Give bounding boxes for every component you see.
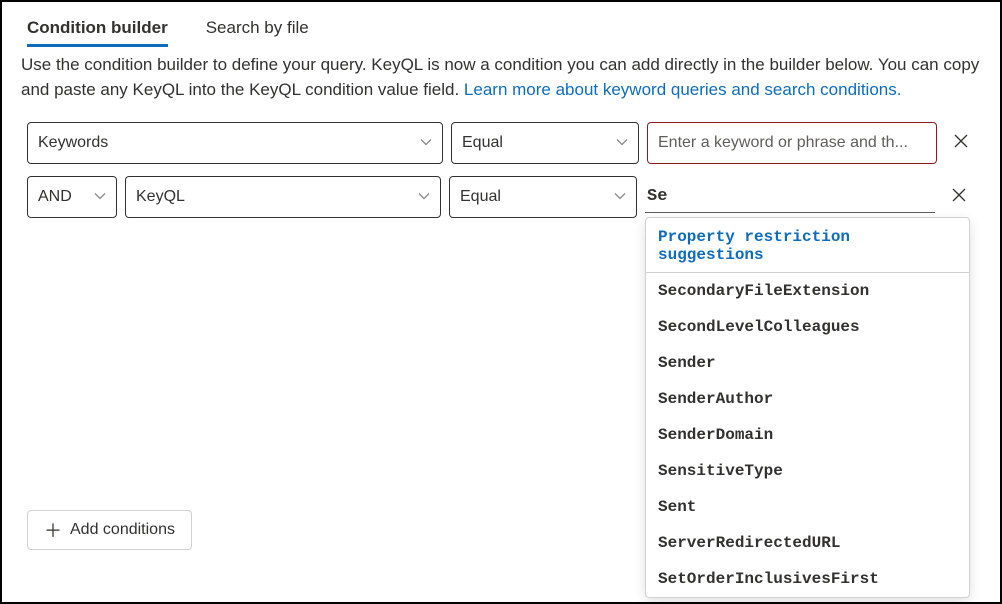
learn-more-link[interactable]: Learn more about keyword queries and sea… <box>464 80 902 99</box>
suggestion-item[interactable]: SenderAuthor <box>646 381 969 417</box>
suggestion-item[interactable]: SetOrderInclusivesFirst <box>646 561 969 597</box>
chevron-down-icon <box>614 190 626 205</box>
keyql-input[interactable] <box>645 181 935 213</box>
condition-row: AND KeyQL Equal Property restriction sug… <box>27 176 985 218</box>
suggestion-item[interactable]: Sender <box>646 345 969 381</box>
property-select[interactable]: Keywords <box>27 122 443 164</box>
close-icon <box>953 133 969 154</box>
logic-select-label: AND <box>38 188 72 206</box>
condition-row: Keywords Equal <box>27 122 985 164</box>
chevron-down-icon <box>94 190 106 205</box>
tab-search-by-file[interactable]: Search by file <box>206 12 309 47</box>
operator-select-label: Equal <box>462 134 503 152</box>
operator-select[interactable]: Equal <box>449 176 637 218</box>
keyword-input[interactable] <box>647 122 937 164</box>
tabs-bar: Condition builder Search by file <box>17 12 985 47</box>
operator-select[interactable]: Equal <box>451 122 639 164</box>
remove-condition-button[interactable] <box>947 185 971 209</box>
chevron-down-icon <box>420 136 432 151</box>
property-select-label: KeyQL <box>136 188 185 206</box>
condition-rows: Keywords Equal AND KeyQL <box>17 122 985 218</box>
logic-select[interactable]: AND <box>27 176 117 218</box>
chevron-down-icon <box>616 136 628 151</box>
plus-icon: ＋ <box>44 517 62 543</box>
suggestions-header: Property restriction suggestions <box>646 218 969 273</box>
suggestion-item[interactable]: Sent <box>646 489 969 525</box>
property-select-label: Keywords <box>38 134 108 152</box>
description-text: Use the condition builder to define your… <box>17 53 985 102</box>
suggestion-item[interactable]: SecondaryFileExtension <box>646 273 969 309</box>
tab-condition-builder[interactable]: Condition builder <box>27 12 168 47</box>
suggestion-item[interactable]: SensitiveType <box>646 453 969 489</box>
suggestion-item[interactable]: SecondLevelColleagues <box>646 309 969 345</box>
operator-select-label: Equal <box>460 188 501 206</box>
suggestions-dropdown: Property restriction suggestions Seconda… <box>645 217 970 598</box>
add-conditions-label: Add conditions <box>70 521 175 539</box>
keyql-input-wrapper: Property restriction suggestions Seconda… <box>645 181 935 213</box>
close-icon <box>951 187 967 208</box>
chevron-down-icon <box>418 190 430 205</box>
add-conditions-button[interactable]: ＋ Add conditions <box>27 510 192 550</box>
suggestion-item[interactable]: SenderDomain <box>646 417 969 453</box>
property-select[interactable]: KeyQL <box>125 176 441 218</box>
remove-condition-button[interactable] <box>949 131 973 155</box>
suggestion-item[interactable]: ServerRedirectedURL <box>646 525 969 561</box>
